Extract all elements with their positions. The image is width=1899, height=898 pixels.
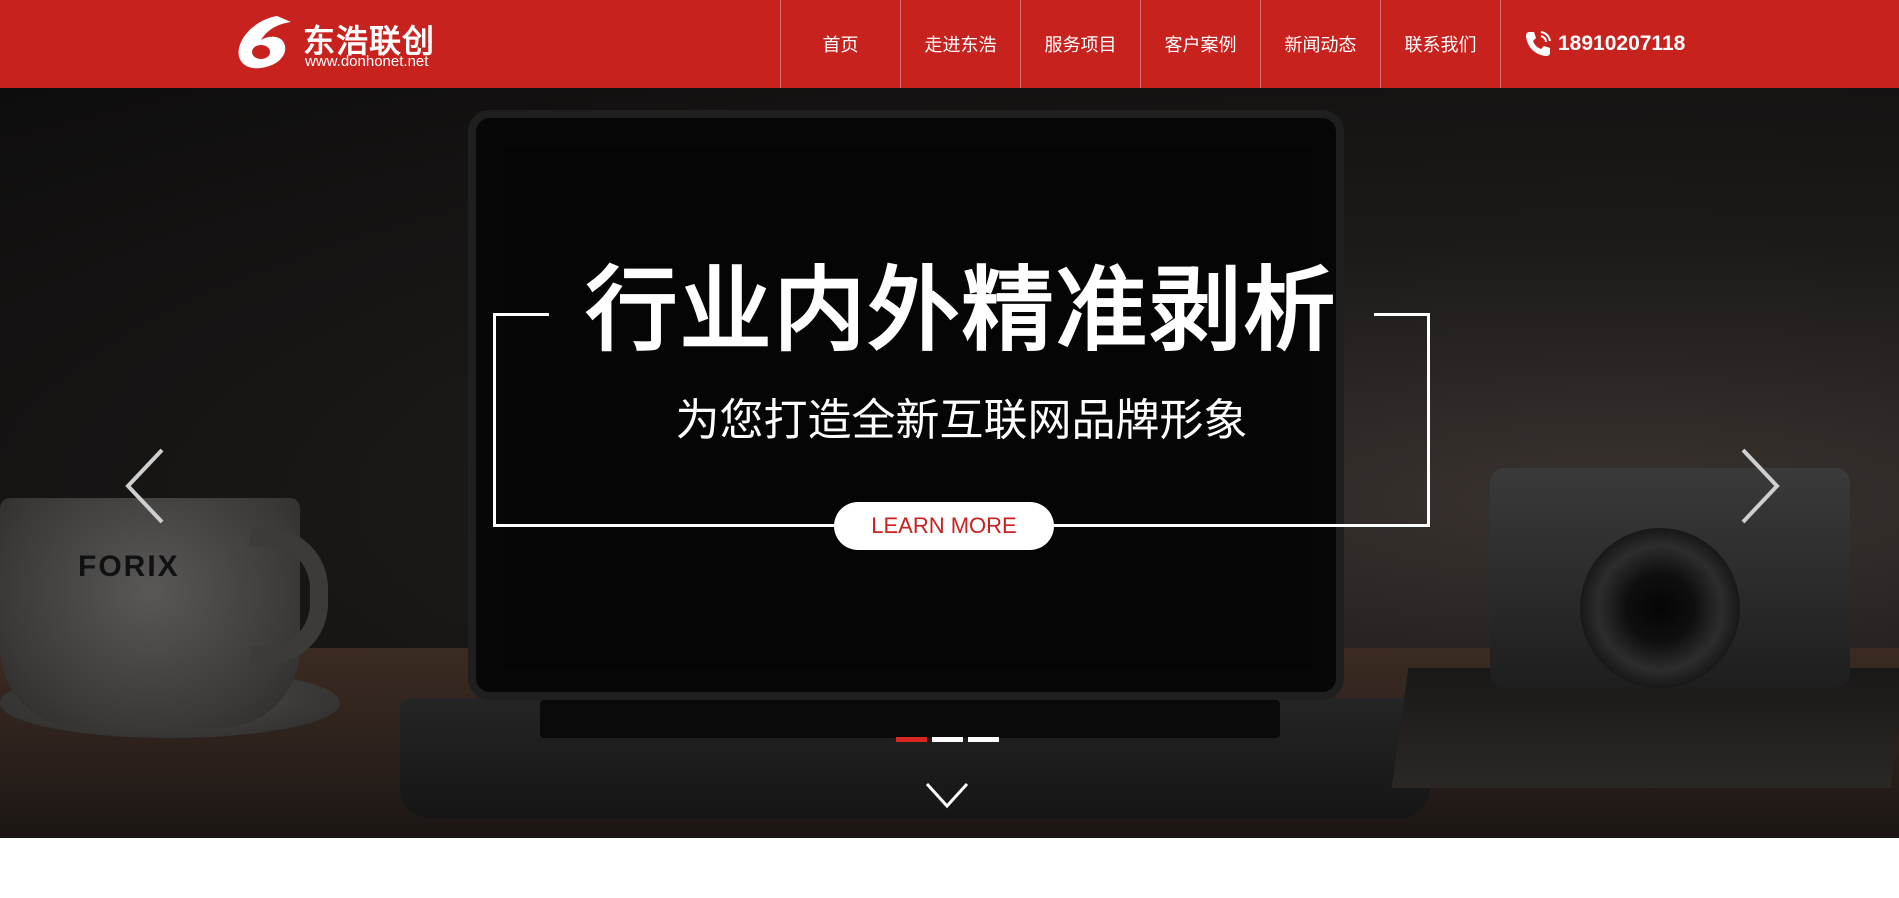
chevron-right-icon[interactable] (1735, 446, 1783, 526)
nav-item-services[interactable]: 服务项目 (1020, 0, 1140, 88)
nav-item-news[interactable]: 新闻动态 (1260, 0, 1380, 88)
main-nav: 首页 走进东浩 服务项目 客户案例 新闻动态 联系我们 (780, 0, 1501, 88)
cup-brand-text: FORIX (78, 550, 180, 583)
nav-item-cases[interactable]: 客户案例 (1140, 0, 1260, 88)
phone-number: 18910207118 (1558, 32, 1686, 55)
camera-lens (1580, 528, 1740, 688)
phone-icon (1526, 31, 1551, 56)
frame-top-right (1374, 313, 1430, 316)
logo[interactable]: 东浩联创 www.donhonet.net (233, 10, 443, 74)
banner-headline: 行业内外精准剥析 (585, 256, 1338, 364)
slide-dot-1[interactable] (896, 737, 927, 742)
phone-contact[interactable]: 18910207118 (1522, 26, 1685, 62)
slide-dot-3[interactable] (968, 737, 999, 742)
top-navigation-bar: 东浩联创 www.donhonet.net 首页 走进东浩 服务项目 客户案例 … (0, 0, 1899, 88)
chevron-left-icon[interactable] (122, 446, 170, 526)
slide-dot-2[interactable] (932, 737, 963, 742)
logo-mark-icon (238, 16, 291, 69)
banner-subline: 为您打造全新互联网品牌形象 (675, 395, 1248, 446)
nav-item-about[interactable]: 走进东浩 (900, 0, 1020, 88)
slide-indicators (896, 737, 999, 742)
nav-item-home[interactable]: 首页 (780, 0, 900, 88)
frame-top-left (493, 313, 549, 316)
cup-handle (250, 528, 328, 664)
chevron-down-icon[interactable] (924, 780, 970, 810)
brand-url: www.donhonet.net (305, 53, 429, 70)
nav-item-contact[interactable]: 联系我们 (1380, 0, 1501, 88)
learn-more-button[interactable]: LEARN MORE (834, 502, 1054, 550)
laptop-keyboard (540, 700, 1280, 738)
